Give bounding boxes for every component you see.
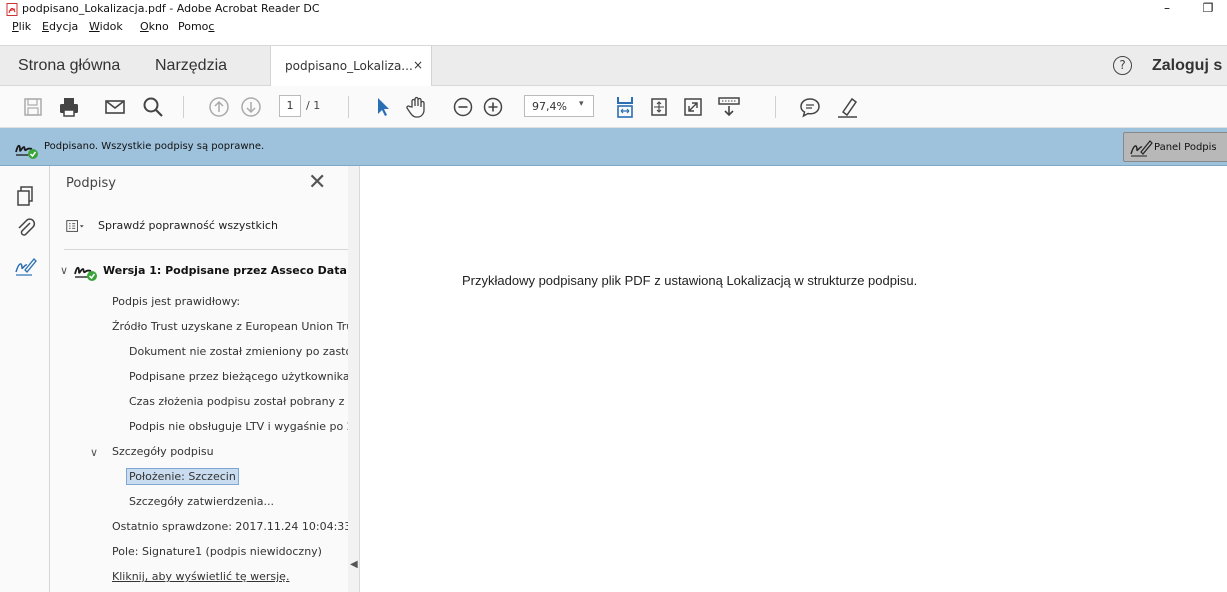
attachments-paperclip-icon[interactable] xyxy=(14,216,38,240)
signature-valid-icon xyxy=(15,144,38,159)
pages-thumbnails-icon[interactable] xyxy=(14,184,38,208)
fit-width-icon[interactable] xyxy=(612,94,638,120)
signature-field-item: Pole: Signature1 (podpis niewidoczny) xyxy=(112,545,322,558)
signing-time-item[interactable]: Czas złożenia podpisu został pobrany z z… xyxy=(129,395,348,408)
chevron-down-icon[interactable]: ∨ xyxy=(90,446,98,459)
location-item[interactable]: Położenie: Szczecin xyxy=(126,468,239,485)
close-panel-icon[interactable]: ✕ xyxy=(308,170,326,195)
zoom-value: 97,4% xyxy=(532,100,567,113)
tab-tools[interactable]: Narzędzia xyxy=(155,57,227,75)
toolbar: 1 / 1 97,4% ▾ xyxy=(0,86,1227,128)
document-not-modified-item[interactable]: Dokument nie został zmieniony po zastosc xyxy=(129,345,348,358)
tab-home[interactable]: Strona główna xyxy=(18,57,120,75)
full-screen-icon[interactable] xyxy=(680,94,706,120)
signature-panel-button[interactable]: Panel Podpis xyxy=(1123,132,1227,162)
signature-version-header[interactable]: Wersja 1: Podpisane przez Asseco Data Sy… xyxy=(103,264,348,277)
acrobat-pdf-icon xyxy=(6,3,18,16)
signature-valid-icon xyxy=(74,266,97,281)
menu-help[interactable]: Pomoc xyxy=(178,20,214,33)
document-body-text: Przykładowy podpisany plik PDF z ustawio… xyxy=(462,273,918,288)
zoom-level-select[interactable]: 97,4% ▾ xyxy=(524,95,594,117)
last-checked-item: Ostatnio sprawdzone: 2017.11.24 10:04:33… xyxy=(112,520,348,533)
panel-divider xyxy=(64,249,348,250)
toolbar-separator xyxy=(183,96,184,118)
close-tab-icon[interactable]: × xyxy=(413,58,423,72)
menu-bar: Plik Edycja Widok Okno Pomoc xyxy=(0,18,1227,35)
tab-document[interactable]: podpisano_Lokaliza... × xyxy=(270,46,432,86)
page-total: / 1 xyxy=(306,99,321,112)
page-number-input[interactable]: 1 xyxy=(279,95,301,117)
minimize-button[interactable]: – xyxy=(1152,1,1182,15)
document-tab-label: podpisano_Lokaliza... xyxy=(285,59,413,73)
scroll-mode-icon[interactable] xyxy=(716,94,742,120)
title-bar: podpisano_Lokalizacja.pdf - Adobe Acroba… xyxy=(0,0,1227,18)
fit-page-icon[interactable] xyxy=(646,94,672,120)
signature-details-item[interactable]: Szczegóły podpisu xyxy=(112,445,214,458)
previous-page-icon[interactable] xyxy=(206,94,232,120)
toolbar-separator xyxy=(348,96,349,118)
login-button[interactable]: Zaloguj s xyxy=(1152,57,1222,75)
panel-splitter[interactable]: ◀ xyxy=(348,166,360,592)
signatures-panel-title: Podpisy xyxy=(66,176,116,191)
signature-status-bar: Podpisano. Wszystkie podpisy są poprawne… xyxy=(0,128,1227,166)
menu-window[interactable]: Okno xyxy=(140,20,169,33)
options-list-icon xyxy=(66,220,84,232)
window-title: podpisano_Lokalizacja.pdf - Adobe Acroba… xyxy=(22,2,320,15)
next-page-icon[interactable] xyxy=(238,94,264,120)
restore-button[interactable]: ❐ xyxy=(1193,1,1223,15)
signature-valid-item[interactable]: Podpis jest prawidłowy: xyxy=(112,295,240,308)
collapse-panel-icon[interactable]: ◀ xyxy=(350,559,358,570)
signature-status-message: Podpisano. Wszystkie podpisy są poprawne… xyxy=(44,141,265,152)
tab-bar: Strona główna Narzędzia podpisano_Lokali… xyxy=(0,45,1227,86)
ltv-item[interactable]: Podpis nie obsługuje LTV i wygaśnie po 2… xyxy=(129,420,348,433)
menu-edit[interactable]: Edycja xyxy=(42,20,78,33)
comment-icon[interactable] xyxy=(797,94,823,120)
document-view[interactable]: Przykładowy podpisany plik PDF z ustawio… xyxy=(360,166,1227,592)
chevron-down-icon: ▾ xyxy=(579,99,584,109)
save-icon[interactable] xyxy=(20,94,46,120)
verify-all-label: Sprawdź poprawność wszystkich xyxy=(98,219,278,232)
print-icon[interactable] xyxy=(56,94,82,120)
hand-tool-icon[interactable] xyxy=(404,94,430,120)
trust-source-item[interactable]: Źródło Trust uzyskane z European Union T… xyxy=(112,320,348,333)
signatures-panel-icon[interactable] xyxy=(14,254,38,278)
select-cursor-icon[interactable] xyxy=(370,94,396,120)
search-icon[interactable] xyxy=(140,94,166,120)
signature-pen-icon xyxy=(1130,140,1153,157)
email-icon[interactable] xyxy=(102,94,128,120)
zoom-in-icon[interactable] xyxy=(480,94,506,120)
chevron-down-icon[interactable]: ∨ xyxy=(60,264,68,277)
highlight-pen-icon[interactable] xyxy=(835,94,861,120)
menu-view[interactable]: Widok xyxy=(89,20,123,33)
menu-file[interactable]: Plik xyxy=(12,20,31,33)
signatures-panel: Podpisy ✕ Sprawdź poprawność wszystkich … xyxy=(50,166,348,592)
view-version-link[interactable]: Kliknij, aby wyświetlić tę wersję. xyxy=(112,570,289,583)
zoom-out-icon[interactable] xyxy=(450,94,476,120)
approval-details-item[interactable]: Szczegóły zatwierdzenia... xyxy=(129,495,274,508)
help-icon[interactable]: ? xyxy=(1113,56,1132,75)
toolbar-separator xyxy=(775,96,776,118)
signature-panel-label: Panel Podpis xyxy=(1154,142,1217,153)
signed-by-current-user-item[interactable]: Podpisane przez bieżącego użytkownika xyxy=(129,370,348,383)
verify-all-button[interactable]: Sprawdź poprawność wszystkich xyxy=(66,216,336,238)
navigation-rail xyxy=(0,166,50,592)
